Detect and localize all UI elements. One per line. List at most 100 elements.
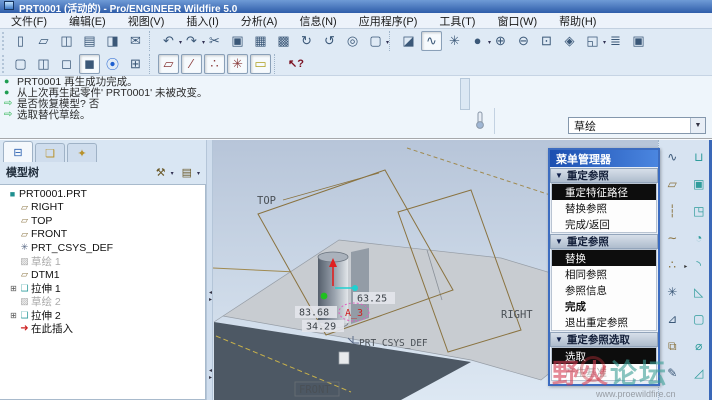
chamfer-tool-icon[interactable]: ◺: [688, 281, 710, 303]
model-tree-tab[interactable]: ⊟: [3, 141, 33, 162]
tree-item-sketch-1[interactable]: ▨ 草绘 1: [0, 255, 205, 269]
tree-item-dtm1[interactable]: ▱ DTM1: [0, 268, 205, 282]
menu-help[interactable]: 帮助(H): [548, 13, 607, 29]
sketcher-display-button[interactable]: ∿: [421, 31, 442, 51]
menu-item-done[interactable]: 完成: [552, 298, 656, 314]
sketch-tool-icon[interactable]: ✎: [661, 362, 683, 384]
menu-analysis[interactable]: 分析(A): [230, 13, 289, 29]
annotation-toggle[interactable]: ▭: [250, 54, 271, 74]
chevron-down-icon[interactable]: ▼: [690, 118, 705, 133]
sweep-tool-icon[interactable]: ⊔: [688, 146, 710, 168]
saved-views-button[interactable]: ◱: [582, 31, 603, 51]
undo-button[interactable]: ↶: [158, 31, 179, 51]
print-button[interactable]: ▤: [79, 31, 100, 51]
menu-window[interactable]: 窗口(W): [486, 13, 548, 29]
datum-axis-toggle[interactable]: ∕: [181, 54, 202, 74]
message-scrollbar[interactable]: [460, 78, 470, 110]
extrude-tool-icon[interactable]: ◳: [688, 200, 710, 222]
orient-mode-button[interactable]: ⦿: [102, 54, 123, 74]
send-mail-button[interactable]: ✉: [125, 31, 146, 51]
zoom-in-button[interactable]: ⊕: [490, 31, 511, 51]
tree-settings-icon[interactable]: ⚒: [156, 166, 174, 179]
favorites-tab[interactable]: ✦: [67, 143, 97, 162]
new-file-button[interactable]: ▯: [10, 31, 31, 51]
menu-section-header[interactable]: ▼ 重定参照: [550, 234, 658, 249]
boundary-blend-tool-icon[interactable]: ◝: [688, 254, 710, 276]
print-setup-button[interactable]: ◨: [102, 31, 123, 51]
expand-icon[interactable]: ⊞: [9, 284, 18, 293]
menu-item-same-ref[interactable]: 相同参照: [552, 266, 656, 282]
tree-item-front-plane[interactable]: ▱ FRONT: [0, 228, 205, 242]
menu-section-header[interactable]: ▼ 重定参照: [550, 168, 658, 183]
toolbar-grip[interactable]: [2, 32, 7, 50]
shaded-button[interactable]: ◼: [79, 54, 100, 74]
datum-plane-toggle[interactable]: ▱: [158, 54, 179, 74]
datum-csys-tool-icon[interactable]: ✳: [661, 281, 683, 303]
tree-show-icon[interactable]: ▤: [182, 166, 200, 179]
revolve-tool-icon[interactable]: ◔: [688, 227, 710, 249]
menu-item-replace[interactable]: 替换: [552, 250, 656, 266]
style-tool-icon[interactable]: ∿: [661, 146, 683, 168]
menu-insert[interactable]: 插入(I): [175, 13, 229, 29]
toolbar-grip[interactable]: [2, 55, 7, 73]
datum-curve-tool-icon[interactable]: ∼: [661, 227, 683, 249]
folder-browser-tab[interactable]: ❏: [35, 143, 65, 162]
layers-button[interactable]: ≣: [605, 31, 626, 51]
menu-edit[interactable]: 编辑(E): [58, 13, 117, 29]
wireframe-button[interactable]: ▢: [10, 54, 31, 74]
datum-point-toggle[interactable]: ∴: [204, 54, 225, 74]
shade-button[interactable]: ●: [467, 31, 488, 51]
context-help-button[interactable]: ↖?: [283, 54, 309, 74]
capture-button[interactable]: ▣: [628, 31, 649, 51]
offset-tool-icon[interactable]: ▢: [688, 308, 710, 330]
menu-section-header[interactable]: ▼ 重定参照选取: [550, 332, 658, 347]
splitter-collapse-icon[interactable]: ◂▸: [207, 290, 214, 304]
csys-toggle[interactable]: ✳: [227, 54, 248, 74]
datum-axis-tool-icon[interactable]: ┆: [661, 200, 683, 222]
tree-item-extrude-2[interactable]: ⊞ ❑ 拉伸 2: [0, 309, 205, 323]
redo-button[interactable]: ↷: [181, 31, 202, 51]
tree-item-csys[interactable]: ✳ PRT_CSYS_DEF: [0, 241, 205, 255]
paste-special-button[interactable]: ▩: [273, 31, 294, 51]
copy-button[interactable]: ▣: [227, 31, 248, 51]
datum-plane-tool-icon[interactable]: ▱: [661, 173, 683, 195]
tree-item-right-plane[interactable]: ▱ RIGHT: [0, 201, 205, 215]
save-file-button[interactable]: ◫: [56, 31, 77, 51]
expand-icon[interactable]: ⊞: [9, 311, 18, 320]
tree-item-extrude-1[interactable]: ⊞ ❑ 拉伸 1: [0, 282, 205, 296]
menu-item-quit-reroute[interactable]: 退出重定参照: [552, 314, 656, 330]
menu-info[interactable]: 信息(N): [288, 13, 347, 29]
regenerate-button[interactable]: ↻: [296, 31, 317, 51]
sketch-filter-combobox[interactable]: 草绘 ▼: [568, 117, 706, 134]
menu-item-done-return[interactable]: 完成/返回: [552, 216, 656, 232]
reorient-button[interactable]: ◈: [559, 31, 580, 51]
menu-item-select[interactable]: 选取: [552, 348, 656, 364]
mini-tree-button[interactable]: ⊞: [125, 54, 146, 74]
menu-item-replace-ref[interactable]: 替换参照: [552, 200, 656, 216]
analysis-tool-icon[interactable]: ⊿: [661, 308, 683, 330]
hole-tool-icon[interactable]: ⌀: [688, 335, 710, 357]
find-button[interactable]: ◎: [342, 31, 363, 51]
no-hidden-button[interactable]: ◻: [56, 54, 77, 74]
tree-item-sketch-2[interactable]: ▨ 草绘 2: [0, 295, 205, 309]
tree-item-insert-here[interactable]: ➜ 在此插入: [0, 322, 205, 336]
datum-point-tool-icon[interactable]: ∴: [661, 254, 683, 276]
render-settings-button[interactable]: ✳: [444, 31, 465, 51]
menu-tools[interactable]: 工具(T): [428, 13, 486, 29]
menu-applications[interactable]: 应用程序(P): [348, 13, 429, 29]
select-box-button[interactable]: ▢: [365, 31, 386, 51]
shell-tool-icon[interactable]: ▣: [688, 173, 710, 195]
open-file-button[interactable]: ▱: [33, 31, 54, 51]
menu-file[interactable]: 文件(F): [0, 13, 58, 29]
refit-button[interactable]: ⊡: [536, 31, 557, 51]
model-intent-tool-icon[interactable]: ⧉: [661, 335, 683, 357]
zoom-out-button[interactable]: ⊖: [513, 31, 534, 51]
tree-item-root[interactable]: ■ PRT0001.PRT: [0, 187, 205, 201]
display-settings-button[interactable]: ◪: [398, 31, 419, 51]
regenerate-custom-button[interactable]: ↺: [319, 31, 340, 51]
splitter-collapse-icon[interactable]: ◂▸: [207, 368, 214, 382]
menu-view[interactable]: 视图(V): [117, 13, 176, 29]
menu-item-ref-info[interactable]: 参照信息: [552, 282, 656, 298]
menu-manager-title[interactable]: 菜单管理器: [550, 150, 658, 167]
cut-button[interactable]: ✂: [204, 31, 225, 51]
